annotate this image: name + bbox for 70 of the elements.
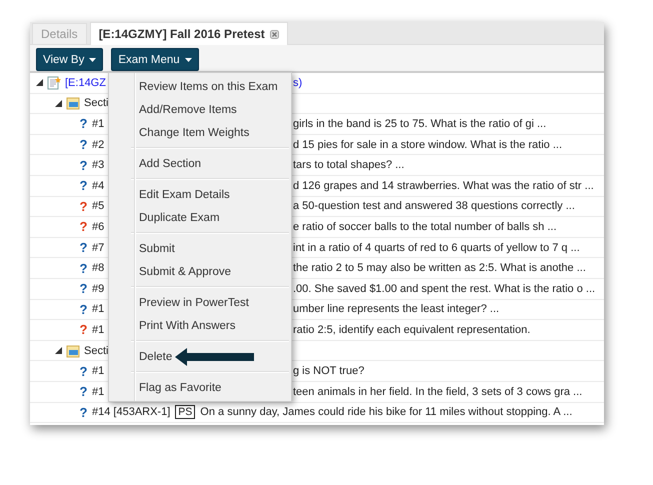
item-number[interactable]: #1 (92, 365, 104, 378)
item-number[interactable]: #9 (92, 282, 104, 295)
menu-item[interactable]: Add/Remove Items (109, 98, 291, 121)
item-number[interactable]: #7 (92, 242, 104, 254)
question-mark-icon: ? (79, 404, 88, 420)
exam-link[interactable]: [E:14GZ (65, 76, 106, 89)
item-number[interactable]: #1 (92, 324, 104, 336)
item-text[interactable]: umber line represents the least integer? ... (293, 303, 604, 316)
item-text[interactable]: d 15 pies for sale in a store window. What is the ratio ... (293, 138, 604, 151)
item-number[interactable]: #4 (92, 180, 104, 192)
item-number[interactable]: #2 (92, 138, 104, 151)
menu-item[interactable]: Duplicate Exam (109, 206, 291, 229)
question-mark-icon: ? (79, 116, 88, 132)
menu-item[interactable]: Preview in PowerTest (109, 291, 291, 314)
toolbar-menu-button[interactable]: View By (36, 48, 104, 71)
item-number[interactable]: #3 (92, 159, 104, 172)
exam-link-end[interactable]: s) (293, 76, 604, 89)
question-mark-icon: ? (79, 137, 88, 152)
tab[interactable]: [E:14GZMY] Fall 2016 Pretest (90, 22, 288, 45)
section-label[interactable]: Secti (84, 97, 108, 110)
item-text[interactable]: On a sunny day, James could ride his bike for 11 miles without stopping. A ... (200, 406, 572, 418)
item-text[interactable]: the ratio 2 to 5 may also be written as 2:5. What is anothe ... (293, 262, 604, 274)
item-number[interactable]: #1 (92, 386, 104, 398)
menu-item[interactable]: Flag as Favorite (109, 376, 291, 399)
section-label[interactable]: Secti (84, 344, 108, 357)
menu-item[interactable]: Add Section (109, 152, 291, 175)
question-mark-icon: ? (79, 364, 88, 379)
item-number[interactable]: #1 (92, 118, 104, 130)
item-number[interactable]: #8 (92, 262, 104, 274)
item-number[interactable]: #14 [453ARX-1] (92, 406, 170, 418)
menu-item[interactable]: Submit & Approve (109, 260, 291, 283)
caret-icon (89, 58, 96, 62)
question-mark-icon: ? (79, 198, 88, 214)
menu-item[interactable]: Submit (109, 237, 291, 260)
question-mark-icon: ? (79, 260, 88, 276)
question-mark-icon: ? (79, 219, 88, 234)
question-mark-icon: ? (79, 302, 88, 317)
item-number[interactable]: #6 (92, 220, 104, 233)
item-text[interactable]: d 126 grapes and 14 strawberries. What was the ratio of str ... (293, 180, 604, 192)
close-icon[interactable] (270, 30, 279, 38)
item-text[interactable]: e ratio of soccer balls to the total number of balls sh ... (293, 220, 604, 233)
folder-icon (66, 344, 80, 358)
item-text[interactable]: teen animals in her field. In the field, 3 sets of 3 cows gra ... (293, 386, 604, 398)
caret-icon (184, 58, 192, 62)
question-mark-icon: ? (79, 158, 88, 173)
folder-icon (66, 96, 80, 110)
item-text[interactable]: int in a ratio of 4 quarts of red to 6 quarts of yellow to 7 q ... (293, 242, 604, 254)
item-text[interactable]: girls in the band is 25 to 75. What is the ratio of gi ... (293, 118, 604, 130)
question-mark-icon: ? (79, 384, 88, 400)
menu-item[interactable]: Edit Exam Details (109, 183, 291, 206)
menu-item[interactable]: Review Items on this Exam (109, 75, 291, 98)
item-text[interactable]: g is NOT true? (293, 365, 604, 378)
collapse-triangle-icon[interactable] (36, 79, 43, 86)
item-text[interactable]: tars to total shapes? ... (293, 159, 604, 172)
item-number[interactable]: #5 (92, 200, 104, 212)
question-mark-icon: ? (79, 281, 88, 296)
menu-item[interactable]: Delete (109, 345, 291, 368)
menu-item[interactable]: Change Item Weights (109, 121, 291, 144)
item-number[interactable]: #1 (92, 303, 104, 316)
item-tag: PS (175, 405, 196, 420)
item-text[interactable]: .00. She saved $1.00 and spent the rest. What is the ratio o ... (293, 282, 604, 295)
question-mark-icon: ? (79, 178, 88, 194)
collapse-triangle-icon[interactable] (55, 100, 62, 107)
toolbar-menu-button[interactable]: Exam Menu (111, 48, 199, 71)
question-mark-icon: ? (79, 240, 88, 256)
menu-item[interactable]: Print With Answers (109, 314, 291, 337)
item-text[interactable]: a 50-question test and answered 38 questions correctly ... (293, 200, 604, 212)
question-mark-icon: ? (79, 322, 88, 338)
item-text[interactable]: ratio 2:5, identify each equivalent representation. (293, 324, 604, 336)
collapse-triangle-icon[interactable] (55, 347, 62, 354)
